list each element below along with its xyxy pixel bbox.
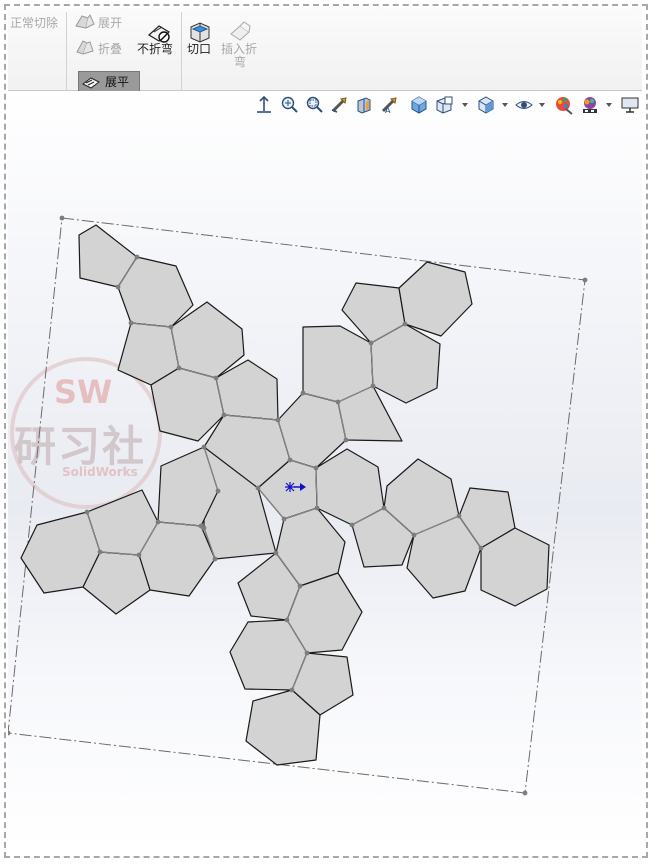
fold-button[interactable]: 折叠 — [98, 42, 122, 56]
vertex-point — [212, 556, 218, 562]
vertex-point — [289, 687, 295, 693]
vertex-point — [368, 340, 374, 346]
graphics-area[interactable]: A SW 研习社 SolidWorks — [8, 91, 642, 852]
flat-face[interactable] — [150, 367, 225, 442]
unfold-button[interactable]: 展开 — [98, 16, 122, 30]
vertex-point — [8, 730, 11, 736]
vertex-point — [59, 215, 65, 221]
vertex-point — [287, 457, 293, 463]
vertex-point — [275, 417, 281, 423]
vertex-point — [273, 550, 279, 556]
sheet-metal-ribbon: 正常切除 展开 折叠 不折弯 切口 插入折 弯 展平 — [8, 8, 642, 93]
vertex-point — [255, 485, 261, 491]
vertex-point — [402, 321, 408, 327]
vertex-point — [582, 277, 588, 283]
vertex-point — [343, 437, 349, 443]
vertex-point — [381, 505, 387, 511]
unfold-icon[interactable] — [74, 12, 96, 30]
insert-bends-icon[interactable] — [228, 20, 252, 42]
vertex-point — [128, 320, 134, 326]
vertex-point — [84, 509, 90, 515]
vertex-point — [134, 254, 140, 260]
vertex-point — [215, 488, 221, 494]
flatten-label: 展平 — [105, 75, 130, 89]
rip-icon[interactable] — [188, 20, 212, 44]
vertex-point — [411, 532, 417, 538]
rip-button[interactable]: 切口 — [187, 42, 211, 56]
vertex-point — [313, 465, 319, 471]
vertex-point — [478, 545, 484, 551]
vertex-point — [221, 412, 227, 418]
ribbon-separator — [181, 12, 182, 90]
vertex-point — [201, 444, 207, 450]
no-bends-icon[interactable] — [146, 22, 172, 44]
vertex-point — [97, 549, 103, 555]
vertex-point — [155, 519, 161, 525]
normal-cut-label: 正常切除 — [10, 16, 59, 30]
vertex-point — [201, 525, 207, 531]
vertex-point — [284, 617, 290, 623]
vertex-point — [456, 513, 462, 519]
fold-icon[interactable] — [74, 38, 96, 56]
vertex-point — [314, 505, 320, 511]
flatten-icon — [82, 77, 100, 89]
vertex-point — [176, 365, 182, 371]
insert-bends-button[interactable]: 插入折 — [221, 42, 257, 56]
vertex-point — [349, 522, 355, 528]
vertex-point — [136, 552, 142, 558]
vertex-point — [115, 284, 121, 290]
ribbon-separator — [66, 12, 67, 90]
flat-face[interactable] — [398, 261, 473, 337]
vertex-point — [297, 583, 303, 589]
vertex-point — [281, 516, 287, 522]
flat-pattern[interactable] — [8, 91, 642, 852]
vertex-point — [370, 383, 376, 389]
vertex-point — [213, 375, 219, 381]
vertex-point — [335, 399, 341, 405]
vertex-point — [300, 390, 306, 396]
vertex-point — [304, 650, 310, 656]
no-bends-button[interactable]: 不折弯 — [137, 42, 173, 56]
insert-bends-button-line2: 弯 — [234, 55, 247, 69]
vertex-point — [168, 324, 174, 330]
vertex-point — [522, 790, 528, 796]
